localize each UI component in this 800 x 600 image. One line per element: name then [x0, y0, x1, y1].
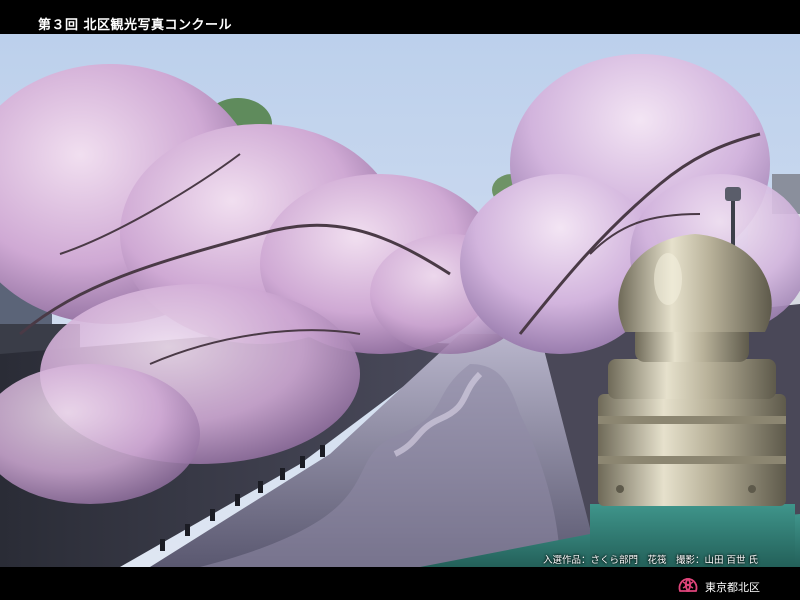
footer-bar: 東京都北区 [0, 567, 800, 600]
header-bar: 第３回 北区観光写真コンクール [0, 0, 800, 34]
footer-brand: 東京都北区 [677, 576, 760, 598]
photo-contest-slide: 第３回 北区観光写真コンクール 入選作品：さくら部門 花筏 撮影：山田 百世 氏… [0, 0, 800, 600]
contest-photo [0, 34, 800, 567]
contest-title: 第３回 北区観光写真コンクール [38, 18, 233, 33]
photo-caption: 入選作品：さくら部門 花筏 撮影：山田 百世 氏 [542, 555, 758, 566]
street-lamp-head [725, 187, 741, 201]
cherry-blossom-river-photo [0, 34, 800, 567]
ward-name: 東京都北区 [705, 581, 760, 594]
kita-ward-emblem-icon [677, 576, 699, 598]
